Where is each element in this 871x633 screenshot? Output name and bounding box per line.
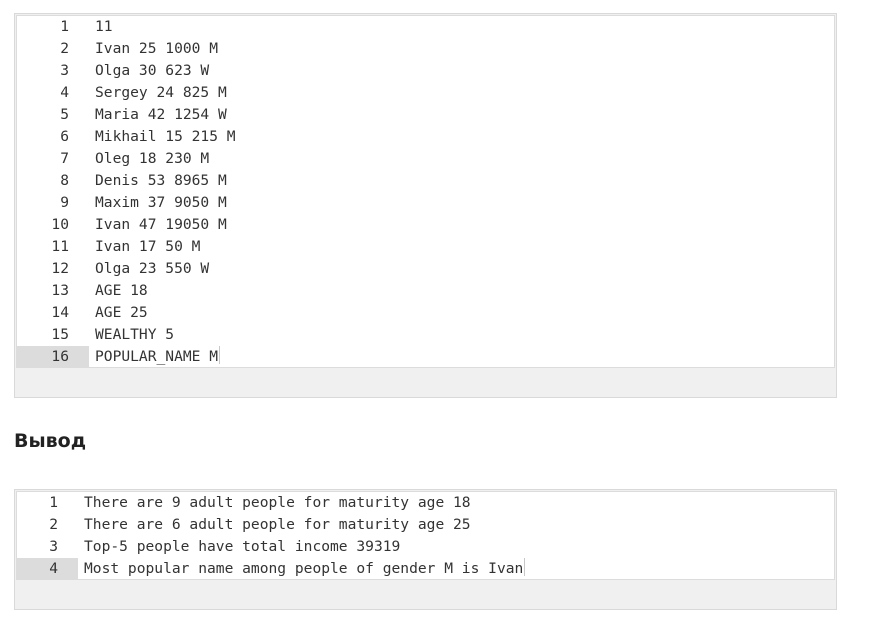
output-code-editor[interactable]: 1 There are 9 adult people for maturity … (14, 489, 837, 610)
line-number: 1 (49, 494, 58, 511)
code-line: 7 Oleg 18 230 M (17, 148, 834, 170)
code-line: 1 There are 9 adult people for maturity … (17, 492, 834, 514)
line-text-wrap: Most popular name among people of gender… (78, 558, 526, 580)
line-text: Ivan 17 50 M (95, 238, 201, 255)
line-text: AGE 18 (95, 282, 148, 299)
line-number: 1 (60, 18, 69, 35)
line-text: Ivan 25 1000 M (95, 40, 219, 57)
code-line: 11 Ivan 17 50 M (17, 236, 834, 258)
code-line: 12 Olga 23 550 W (17, 258, 834, 280)
line-number: 2 (60, 40, 69, 57)
line-text: 11 (95, 18, 113, 35)
code-line: 2 Ivan 25 1000 M (17, 38, 834, 60)
line-text: AGE 25 (95, 304, 148, 321)
line-text: Olga 23 550 W (95, 260, 210, 277)
line-text: Top-5 people have total income 39319 (84, 538, 401, 555)
line-number: 5 (60, 106, 69, 123)
code-line: 6 Mikhail 15 215 M (17, 126, 834, 148)
code-line: 3 Top-5 people have total income 39319 (17, 536, 834, 558)
line-number: 9 (60, 194, 69, 211)
line-number: 13 (51, 282, 69, 299)
line-text: There are 9 adult people for maturity ag… (84, 494, 471, 511)
line-number-active: 4 (17, 558, 78, 580)
line-text: POPULAR_NAME M (95, 348, 219, 365)
line-number-active: 16 (17, 346, 89, 368)
code-line: 1 11 (17, 16, 834, 38)
code-line: 10 Ivan 47 19050 M (17, 214, 834, 236)
code-line: 15 WEALTHY 5 (17, 324, 834, 346)
line-text: Olga 30 623 W (95, 62, 210, 79)
line-number: 6 (60, 128, 69, 145)
text-cursor (524, 558, 526, 576)
output-heading: Вывод (14, 430, 87, 452)
line-text: There are 6 adult people for maturity ag… (84, 516, 471, 533)
line-text: Maxim 37 9050 M (95, 194, 227, 211)
input-code-area[interactable]: 1 11 2 Ivan 25 1000 M 3 Olga 30 623 W 4 … (16, 15, 835, 368)
line-number: 2 (49, 516, 58, 533)
code-line-active: 16 POPULAR_NAME M (17, 346, 834, 368)
line-text: Most popular name among people of gender… (84, 560, 524, 577)
code-line: 2 There are 6 adult people for maturity … (17, 514, 834, 536)
line-text: Maria 42 1254 W (95, 106, 227, 123)
code-line: 13 AGE 18 (17, 280, 834, 302)
line-text: Sergey 24 825 M (95, 84, 227, 101)
line-text-wrap: POPULAR_NAME M (89, 346, 221, 368)
code-line: 4 Sergey 24 825 M (17, 82, 834, 104)
code-line: 14 AGE 25 (17, 302, 834, 324)
code-line: 3 Olga 30 623 W (17, 60, 834, 82)
line-number: 11 (51, 238, 69, 255)
line-number: 8 (60, 172, 69, 189)
line-number: 15 (51, 326, 69, 343)
line-number: 14 (51, 304, 69, 321)
code-line: 9 Maxim 37 9050 M (17, 192, 834, 214)
line-number: 12 (51, 260, 69, 277)
text-cursor (219, 346, 221, 364)
line-number: 4 (60, 84, 69, 101)
line-text: Mikhail 15 215 M (95, 128, 236, 145)
code-line: 5 Maria 42 1254 W (17, 104, 834, 126)
line-text: Denis 53 8965 M (95, 172, 227, 189)
line-text: Oleg 18 230 M (95, 150, 210, 167)
line-text: WEALTHY 5 (95, 326, 175, 343)
line-number: 10 (51, 216, 69, 233)
input-code-editor[interactable]: 1 11 2 Ivan 25 1000 M 3 Olga 30 623 W 4 … (14, 13, 837, 398)
code-line: 8 Denis 53 8965 M (17, 170, 834, 192)
line-number: 7 (60, 150, 69, 167)
code-line-active: 4 Most popular name among people of gend… (17, 558, 834, 580)
line-number: 3 (49, 538, 58, 555)
line-number: 3 (60, 62, 69, 79)
output-code-area[interactable]: 1 There are 9 adult people for maturity … (16, 491, 835, 580)
line-text: Ivan 47 19050 M (95, 216, 227, 233)
